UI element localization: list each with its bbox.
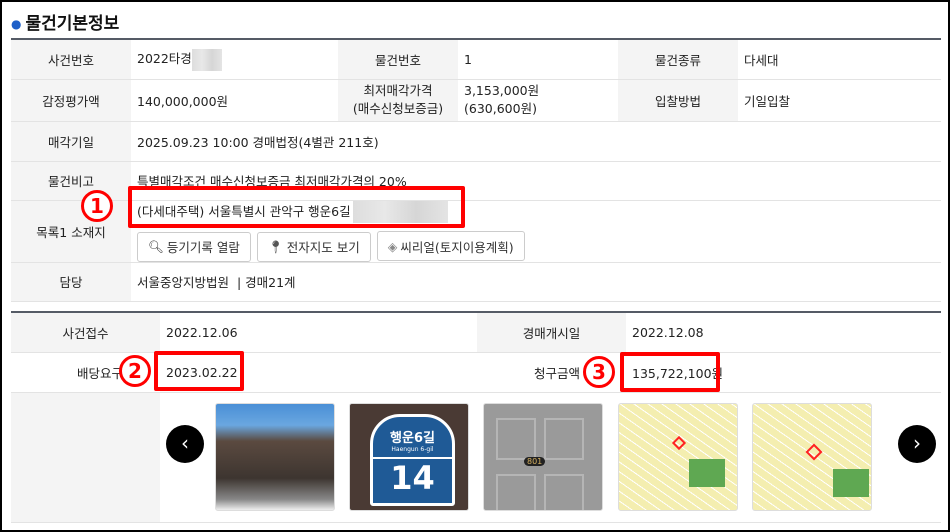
photo-door[interactable]: 801 xyxy=(483,403,603,511)
case-no-label: 사건번호 xyxy=(11,39,131,80)
next-arrow-button[interactable]: › xyxy=(898,425,936,463)
sign-text: 행운6길 xyxy=(390,431,435,446)
min-price-value: 3,153,000원 (630,600원) xyxy=(458,79,618,122)
title-text: 물건기본정보 xyxy=(25,14,120,34)
registry-view-button[interactable]: 🔍︎ 등기기록 열람 xyxy=(137,231,251,262)
item-type-value: 다세대 xyxy=(738,39,941,80)
annotation-1: 1 xyxy=(81,190,113,222)
item-no-value: 1 xyxy=(458,39,618,80)
photos-label xyxy=(11,392,160,523)
charge-label: 담당 xyxy=(11,262,131,302)
map-view-button[interactable]: 📍︎ 전자지도 보기 xyxy=(256,231,371,262)
prev-arrow-button[interactable]: ‹ xyxy=(166,425,204,463)
filed-label: 사건접수 xyxy=(11,312,160,353)
bullet-icon: ● xyxy=(11,17,22,31)
bid-method-label: 입찰방법 xyxy=(618,79,738,122)
map-pin-icon: 📍︎ xyxy=(267,238,284,254)
sale-date-label: 매각기일 xyxy=(11,121,131,162)
photo-street-sign[interactable]: 행운6길 Haengun 6-gil 14 xyxy=(349,403,469,511)
sign-number: 14 xyxy=(390,459,435,497)
highlight-box-claim xyxy=(620,352,720,392)
photo-building[interactable] xyxy=(215,403,335,511)
photo-map-2[interactable] xyxy=(752,403,872,511)
highlight-box-address xyxy=(128,186,465,228)
case-no-value: 2022타경 xyxy=(131,39,338,80)
annotation-2: 2 xyxy=(119,355,151,387)
bid-method-value: 기일입찰 xyxy=(738,79,941,122)
item-no-label: 물건번호 xyxy=(338,39,458,80)
search-icon: 🔍︎ xyxy=(148,238,164,254)
highlight-box-deadline xyxy=(154,351,244,391)
start-label: 경매개시일 xyxy=(477,312,626,353)
appraisal-value: 140,000,000원 xyxy=(131,79,338,122)
door-number: 801 xyxy=(524,457,546,466)
item-type-label: 물건종류 xyxy=(618,39,738,80)
charge-value: 서울중앙지방법원 | 경매21계 xyxy=(131,262,941,302)
sign-subtext: Haengun 6-gil xyxy=(391,446,434,453)
land-use-button[interactable]: ◈ 씨리얼(토지이용계획) xyxy=(376,231,525,261)
annotation-3: 3 xyxy=(583,356,615,388)
appraisal-label: 감정평가액 xyxy=(11,79,131,122)
layers-icon: ◈ xyxy=(387,238,398,254)
basic-info-table: 사건번호 2022타경 물건번호 1 물건종류 다세대 감정평가액 140,00… xyxy=(11,38,941,302)
start-value: 2022.12.08 xyxy=(626,312,941,353)
address-label: 목록1 소재지 xyxy=(11,200,131,263)
sale-date-value: 2025.09.23 10:00 경매법정(4별관 211호) xyxy=(131,121,941,162)
remark-label: 물건비고 xyxy=(11,161,131,201)
section-title: ● 물건기본정보 xyxy=(11,9,119,34)
photo-map-1[interactable] xyxy=(618,403,738,511)
filed-value: 2022.12.06 xyxy=(160,312,477,353)
min-price-label: 최저매각가격 (매수신청보증금) xyxy=(338,79,458,122)
